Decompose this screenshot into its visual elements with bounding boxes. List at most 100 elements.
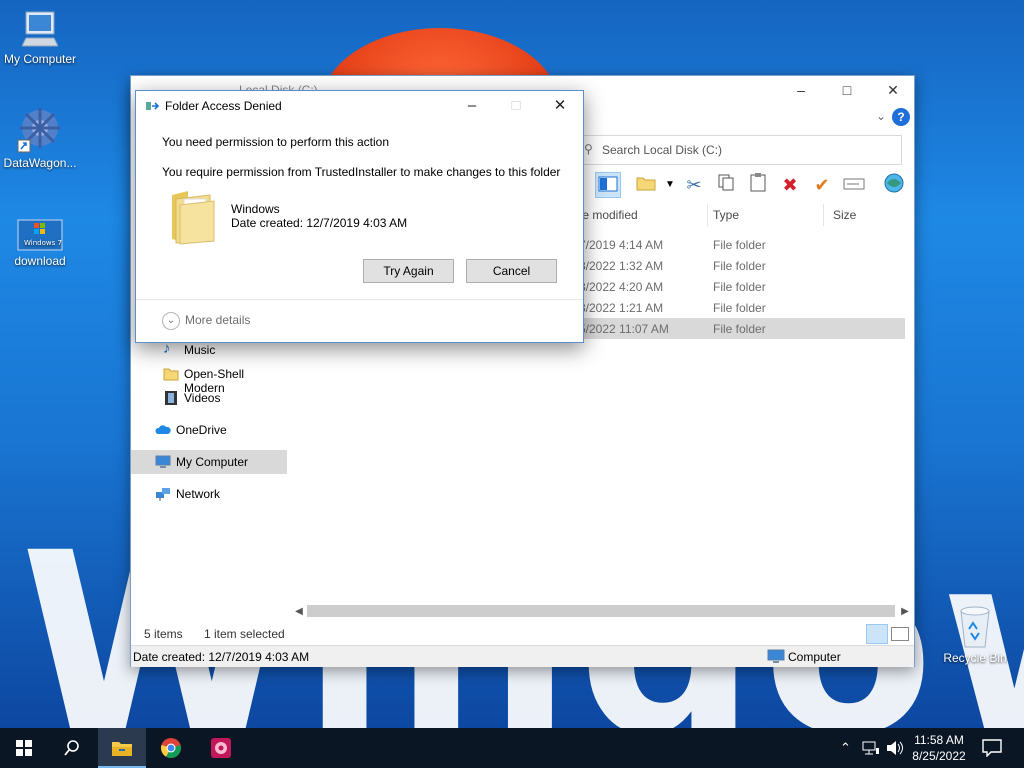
file-type: File folder bbox=[713, 238, 766, 252]
search-icon: ⚲ bbox=[584, 142, 593, 156]
detail-location: Computer bbox=[788, 650, 841, 664]
computer-icon bbox=[767, 649, 785, 663]
try-again-button[interactable]: Try Again bbox=[363, 259, 454, 283]
cut-icon[interactable]: ✂ bbox=[681, 172, 707, 198]
file-type: File folder bbox=[713, 301, 766, 315]
cancel-button[interactable]: Cancel bbox=[466, 259, 557, 283]
nav-item-onedrive[interactable]: OneDrive bbox=[131, 418, 287, 442]
svg-text:Windows 7: Windows 7 bbox=[24, 239, 62, 247]
folder-name: Windows bbox=[231, 202, 280, 216]
gear-shortcut-icon bbox=[17, 108, 60, 153]
explorer-close-button[interactable]: ✕ bbox=[870, 76, 916, 104]
delete-icon[interactable]: ✖ bbox=[777, 172, 803, 198]
folder-icon bbox=[172, 191, 215, 245]
network-tray-icon[interactable] bbox=[862, 740, 880, 756]
notification-center-icon[interactable] bbox=[982, 739, 1002, 757]
music-icon: ♪ bbox=[163, 340, 171, 357]
nav-item-videos[interactable]: Videos bbox=[131, 386, 287, 410]
explorer-minimize-button[interactable]: – bbox=[778, 76, 824, 104]
gear-app-icon bbox=[211, 738, 231, 758]
cloud-icon bbox=[155, 425, 171, 434]
horizontal-scrollbar[interactable]: ◀ ▶ bbox=[291, 603, 913, 620]
file-row[interactable]: 3/2022 4:20 AM File folder bbox=[579, 276, 905, 297]
column-headers: te modified Type Size bbox=[579, 204, 909, 226]
dialog-minimize-button[interactable]: – bbox=[449, 91, 495, 121]
dialog-close-button[interactable]: ✕ bbox=[537, 91, 583, 121]
file-row-selected[interactable]: 5/2022 11:07 AM File folder bbox=[579, 318, 905, 339]
nav-label: Videos bbox=[184, 391, 221, 405]
network-icon bbox=[156, 488, 170, 501]
dialog-message-primary: You need permission to perform this acti… bbox=[162, 135, 390, 149]
column-separator[interactable] bbox=[823, 204, 824, 226]
desktop-icon-recycle-bin[interactable]: Recycle Bin bbox=[935, 603, 1015, 665]
checkmark-icon[interactable]: ✔ bbox=[809, 172, 835, 198]
copy-icon[interactable] bbox=[713, 172, 739, 198]
file-row[interactable]: 7/2019 4:14 AM File folder bbox=[579, 234, 905, 255]
desktop-icon-download[interactable]: Windows 7 download bbox=[0, 218, 80, 268]
column-date-modified[interactable]: te modified bbox=[579, 208, 638, 222]
file-explorer-icon bbox=[112, 742, 132, 756]
nav-label: Music bbox=[184, 343, 216, 357]
detail-date-created: Date created: 12/7/2019 4:03 AM bbox=[133, 650, 310, 664]
more-details-toggle[interactable]: ⌄ More details bbox=[162, 312, 250, 330]
globe-icon[interactable] bbox=[881, 172, 907, 198]
dialog-divider bbox=[136, 299, 583, 300]
explorer-maximize-button[interactable]: □ bbox=[824, 76, 870, 104]
clock-date: 8/25/2022 bbox=[912, 749, 966, 763]
status-bar: 5 items 1 item selected bbox=[131, 624, 914, 644]
ribbon-expand-icon[interactable]: ⌄ bbox=[876, 109, 886, 123]
search-placeholder: Search Local Disk (C:) bbox=[602, 143, 723, 157]
file-row[interactable]: 3/2022 1:32 AM File folder bbox=[579, 255, 905, 276]
scrollbar-thumb[interactable] bbox=[307, 605, 895, 617]
new-folder-icon[interactable] bbox=[633, 172, 659, 198]
computer-icon bbox=[22, 11, 58, 47]
rename-icon[interactable] bbox=[841, 172, 867, 198]
taskbar-search-button[interactable] bbox=[48, 728, 96, 768]
search-input[interactable]: ⚲ Search Local Disk (C:) bbox=[579, 135, 902, 165]
desktop-icon-label: DataWagon... bbox=[3, 156, 77, 170]
taskbar-file-explorer[interactable] bbox=[98, 728, 146, 768]
taskbar: ⌃ 11:58 AM 8/25/2022 bbox=[0, 728, 1024, 768]
paste-icon[interactable] bbox=[745, 172, 771, 198]
more-details-label: More details bbox=[185, 313, 251, 328]
nav-item-my-computer[interactable]: My Computer bbox=[131, 450, 287, 474]
help-button[interactable]: ? bbox=[892, 108, 910, 126]
scroll-right-icon[interactable]: ▶ bbox=[897, 603, 913, 620]
start-button[interactable] bbox=[0, 728, 48, 768]
file-list: 7/2019 4:14 AM File folder 3/2022 1:32 A… bbox=[579, 234, 905, 339]
folder-icon bbox=[163, 368, 179, 381]
nav-item-openshell[interactable]: Open-Shell Modern bbox=[131, 362, 287, 395]
nav-item-network[interactable]: Network bbox=[131, 482, 287, 506]
file-date-modified: 7/2019 4:14 AM bbox=[579, 238, 664, 252]
folder-move-icon bbox=[146, 102, 160, 110]
new-folder-dropdown-icon[interactable]: ▼ bbox=[657, 172, 683, 198]
windows-logo-icon bbox=[16, 740, 32, 756]
volume-icon[interactable] bbox=[886, 740, 904, 756]
nav-label: My Computer bbox=[176, 455, 249, 469]
column-type[interactable]: Type bbox=[713, 208, 739, 222]
file-type: File folder bbox=[713, 280, 766, 294]
search-icon bbox=[64, 740, 79, 756]
folder-access-denied-dialog: Folder Access Denied – □ ✕ You need perm… bbox=[135, 90, 584, 343]
desktop-icon-label: download bbox=[14, 254, 66, 268]
taskbar-clock[interactable]: 11:58 AM 8/25/2022 bbox=[908, 732, 970, 764]
column-size[interactable]: Size bbox=[833, 208, 856, 222]
scroll-left-icon[interactable]: ◀ bbox=[291, 603, 307, 620]
details-view-icon[interactable] bbox=[866, 624, 888, 644]
taskbar-chrome[interactable] bbox=[148, 728, 196, 768]
desktop-icon-datawagon[interactable]: DataWagon... bbox=[0, 106, 80, 170]
preview-pane-icon[interactable] bbox=[595, 172, 621, 198]
computer-icon bbox=[155, 455, 171, 468]
desktop-icon-label: Recycle Bin bbox=[943, 651, 1007, 665]
desktop-icon-my-computer[interactable]: My Computer bbox=[0, 10, 80, 66]
file-type: File folder bbox=[713, 322, 766, 336]
tray-overflow-chevron-icon[interactable]: ⌃ bbox=[840, 740, 851, 756]
column-separator[interactable] bbox=[707, 204, 708, 226]
file-date-modified: 3/2022 1:21 AM bbox=[579, 301, 664, 315]
large-icons-view-icon[interactable] bbox=[891, 627, 909, 641]
file-row[interactable]: 3/2022 1:21 AM File folder bbox=[579, 297, 905, 318]
file-date-modified: 3/2022 1:32 AM bbox=[579, 259, 664, 273]
item-count: 5 items bbox=[144, 627, 183, 641]
taskbar-settings-app[interactable] bbox=[197, 728, 245, 768]
chrome-icon bbox=[161, 738, 181, 758]
